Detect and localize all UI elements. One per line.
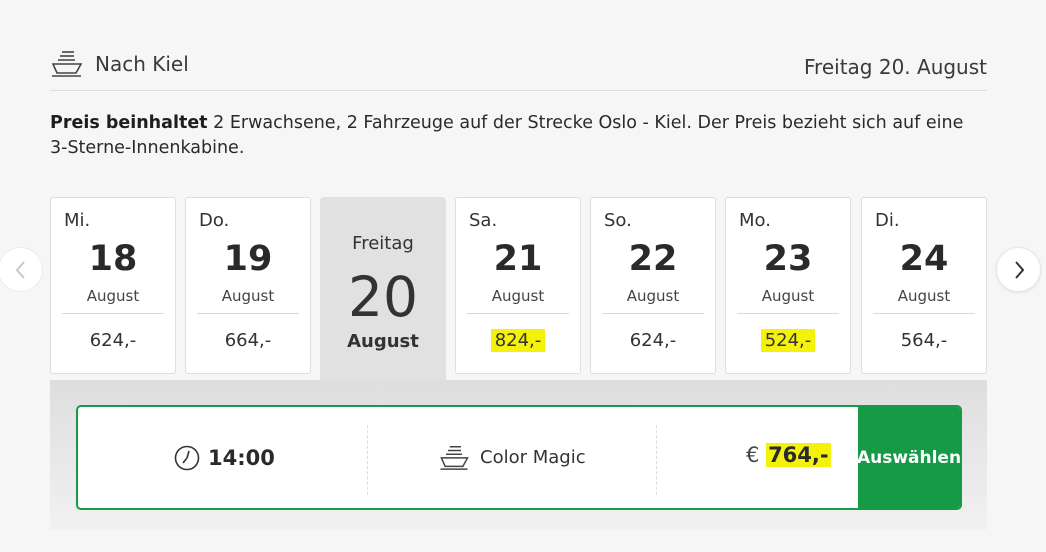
date-card-price: 624,- (89, 330, 137, 351)
date-card-weekday: Sa. (469, 210, 498, 231)
price-info-text: Preis beinhaltet 2 Erwachsene, 2 Fahrzeu… (50, 111, 970, 161)
date-card-day: 22 (628, 239, 678, 279)
sailing-option[interactable]: 14:00 Color Magic € 764,- Auswählen (76, 405, 962, 510)
date-card-price: 824,- (490, 329, 546, 352)
date-card-month: August (86, 287, 140, 305)
clock-icon (174, 445, 200, 471)
chevron-left-icon (15, 260, 25, 279)
date-card-day: 20 (348, 265, 418, 329)
sailing-price: € 764,- (746, 443, 831, 467)
divider (197, 313, 299, 314)
header: Nach Kiel Freitag 20. August (50, 40, 987, 91)
date-card-20-selected[interactable]: Freitag 20 August (320, 197, 446, 380)
destination-title: Nach Kiel (95, 52, 189, 76)
sailing-price-value: 764,- (766, 443, 831, 467)
date-card-weekday: Do. (199, 210, 230, 231)
ship-name: Color Magic (438, 443, 586, 471)
date-card-price: 624,- (629, 330, 677, 351)
divider (656, 425, 657, 495)
date-card-19[interactable]: Do. 19 August 664,- (185, 197, 311, 374)
chevron-right-icon (1014, 260, 1024, 279)
date-card-day: 19 (223, 239, 273, 279)
date-card-weekday: Freitag (352, 233, 414, 254)
date-card-month: August (761, 287, 815, 305)
date-card-month: August (626, 287, 680, 305)
date-card-day: 18 (88, 239, 138, 279)
price-info-label: Preis beinhaltet (50, 113, 208, 133)
page: Nach Kiel Freitag 20. August Preis beinh… (0, 0, 1046, 552)
date-card-price: 524,- (760, 329, 816, 352)
date-card-21[interactable]: Sa. 21 August 824,- (455, 197, 581, 374)
previous-dates-button[interactable] (0, 247, 43, 292)
date-card-24[interactable]: Di. 24 August 564,- (861, 197, 987, 374)
date-card-day: 21 (493, 239, 543, 279)
ship-name-value: Color Magic (480, 446, 586, 468)
date-card-month: August (897, 287, 951, 305)
divider (602, 313, 704, 314)
date-card-day: 24 (899, 239, 949, 279)
date-card-price: 564,- (900, 330, 948, 351)
divider (737, 313, 839, 314)
divider (62, 313, 164, 314)
currency-symbol: € (746, 443, 760, 467)
divider (367, 425, 368, 495)
ship-icon (440, 445, 469, 470)
date-card-month: August (347, 331, 419, 352)
ship-icon (51, 51, 83, 77)
date-card-month: August (491, 287, 545, 305)
divider (467, 313, 569, 314)
next-dates-button[interactable] (996, 247, 1041, 292)
departure-time: 14:00 (174, 445, 275, 471)
date-card-day: 23 (763, 239, 813, 279)
divider (873, 313, 975, 314)
date-card-18[interactable]: Mi. 18 August 624,- (50, 197, 176, 374)
selected-date-title: Freitag 20. August (804, 55, 987, 79)
date-card-weekday: Mo. (739, 210, 771, 231)
date-card-month: August (221, 287, 275, 305)
date-card-weekday: Di. (875, 210, 900, 231)
date-card-price: 664,- (224, 330, 272, 351)
date-card-weekday: Mi. (64, 210, 91, 231)
select-button[interactable]: Auswählen (857, 407, 960, 508)
date-card-22[interactable]: So. 22 August 624,- (590, 197, 716, 374)
departure-time-value: 14:00 (208, 446, 275, 470)
date-card-weekday: So. (604, 210, 632, 231)
date-card-23[interactable]: Mo. 23 August 524,- (725, 197, 851, 374)
